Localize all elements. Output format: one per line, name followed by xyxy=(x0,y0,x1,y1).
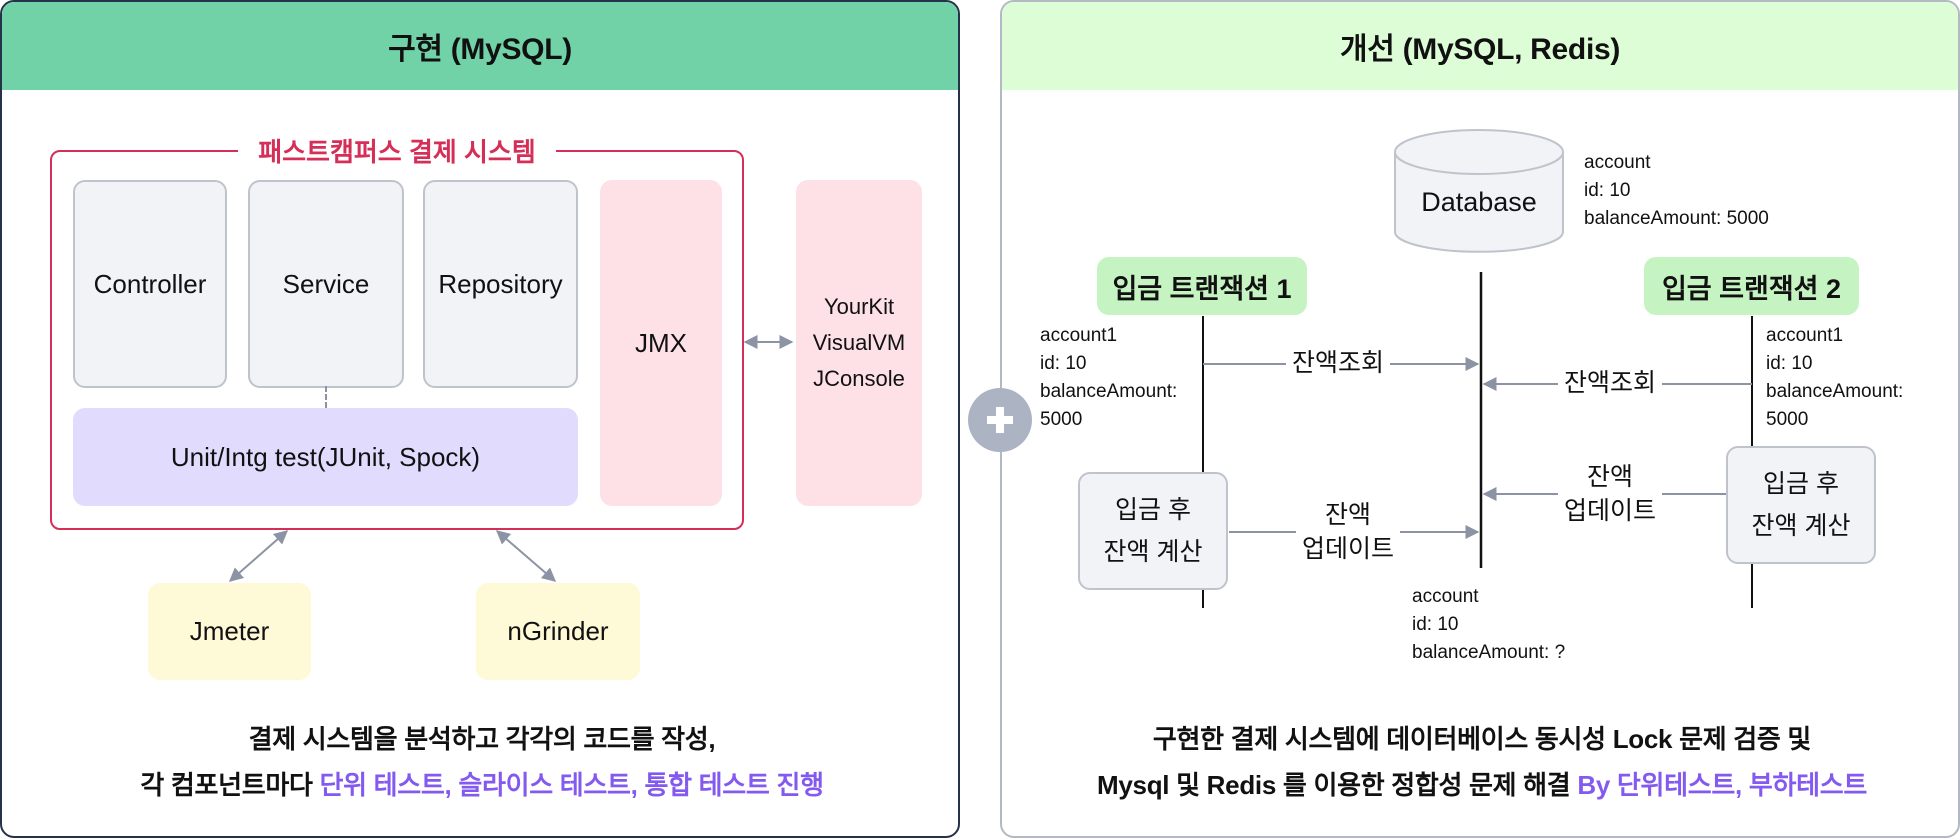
info-line: balanceAmount: 5000 xyxy=(1584,208,1769,229)
msg-line: 업데이트 xyxy=(1564,497,1657,525)
info-line: id: 10 xyxy=(1040,353,1087,374)
transaction1-calc-box: 입금 후 잔액 계산 xyxy=(1078,472,1228,590)
result-account-info: account id: 10 balanceAmount: ? xyxy=(1412,583,1565,667)
transaction1-header: 입금 트랜잭션 1 xyxy=(1097,257,1307,315)
calc-line: 입금 후 xyxy=(1115,496,1191,524)
ngrinder-arrow xyxy=(495,530,557,582)
info-line: account1 xyxy=(1766,325,1844,346)
database-label: Database xyxy=(1421,186,1537,217)
plus-connector xyxy=(968,388,1032,452)
info-line: balanceAmount: xyxy=(1040,381,1178,402)
transaction2-info: account1 id: 10 balanceAmount: 5000 xyxy=(1766,322,1903,434)
info-line: id: 10 xyxy=(1766,353,1813,374)
calc-line: 잔액 계산 xyxy=(1751,512,1851,540)
transaction2-read-label: 잔액조회 xyxy=(1558,366,1663,400)
msg-line: 잔액 xyxy=(1325,501,1372,529)
transaction1-update-label: 잔액 업데이트 xyxy=(1296,498,1401,566)
msg-line: 잔액 xyxy=(1587,463,1634,491)
info-line: 5000 xyxy=(1766,409,1809,430)
info-line: balanceAmount: ? xyxy=(1412,642,1566,663)
transaction2-header: 입금 트랜잭션 2 xyxy=(1644,257,1859,315)
calc-line: 입금 후 xyxy=(1763,470,1839,498)
info-line: id: 10 xyxy=(1584,180,1631,201)
info-line: id: 10 xyxy=(1412,614,1459,635)
msg-line: 업데이트 xyxy=(1302,535,1395,563)
transaction1-read-label: 잔액조회 xyxy=(1286,346,1391,380)
info-line: account1 xyxy=(1040,325,1118,346)
transaction2-update-label: 잔액 업데이트 xyxy=(1558,460,1663,528)
calc-line: 잔액 계산 xyxy=(1103,538,1203,566)
info-line: account xyxy=(1412,586,1479,607)
transaction2-calc-box: 입금 후 잔액 계산 xyxy=(1726,446,1876,564)
info-line: balanceAmount: xyxy=(1766,381,1904,402)
info-line: account xyxy=(1584,152,1651,173)
plus-icon xyxy=(987,407,1013,433)
info-line: 5000 xyxy=(1040,409,1083,430)
database-info: account id: 10 balanceAmount: 5000 xyxy=(1584,149,1769,233)
transaction1-info: account1 id: 10 balanceAmount: 5000 xyxy=(1040,322,1177,434)
jmeter-arrow xyxy=(228,530,289,582)
